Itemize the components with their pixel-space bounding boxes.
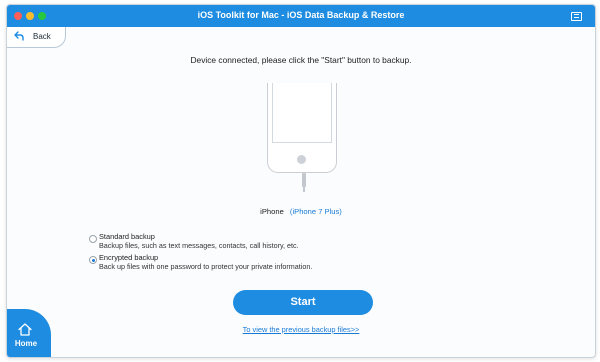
back-arrow-icon — [14, 31, 24, 41]
start-button[interactable]: Start — [233, 290, 373, 315]
home-icon — [18, 323, 32, 336]
title-bar: iOS Toolkit for Mac - iOS Data Backup & … — [7, 5, 595, 27]
standard-backup-radio[interactable] — [89, 235, 97, 243]
feedback-icon[interactable] — [571, 12, 582, 21]
home-label: Home — [14, 339, 38, 348]
instruction-text: Device connected, please click the "Star… — [190, 55, 412, 65]
device-name: iPhone — [260, 207, 284, 216]
phone-home-button — [297, 155, 306, 164]
back-label: Back — [33, 32, 51, 41]
option-title: Standard backup — [99, 232, 155, 241]
encrypted-backup-radio[interactable] — [89, 256, 97, 264]
previous-backups-link[interactable]: To view the previous backup files>> — [7, 325, 595, 334]
home-button[interactable]: Home — [7, 309, 51, 357]
device-model: (iPhone 7 Plus) — [289, 207, 342, 216]
app-window: iOS Toolkit for Mac - iOS Data Backup & … — [6, 4, 596, 358]
device-info: iPhone (iPhone 7 Plus) — [7, 207, 595, 216]
window-title: iOS Toolkit for Mac - iOS Data Backup & … — [197, 10, 405, 20]
phone-screen — [272, 83, 332, 143]
option-description: Backup files, such as text messages, con… — [99, 241, 299, 250]
lightning-cable — [302, 173, 306, 192]
phone-illustration — [267, 83, 337, 173]
option-title: Encrypted backup — [99, 253, 159, 262]
back-button[interactable]: Back — [7, 27, 66, 48]
option-description: Back up files with one password to prote… — [99, 262, 313, 271]
